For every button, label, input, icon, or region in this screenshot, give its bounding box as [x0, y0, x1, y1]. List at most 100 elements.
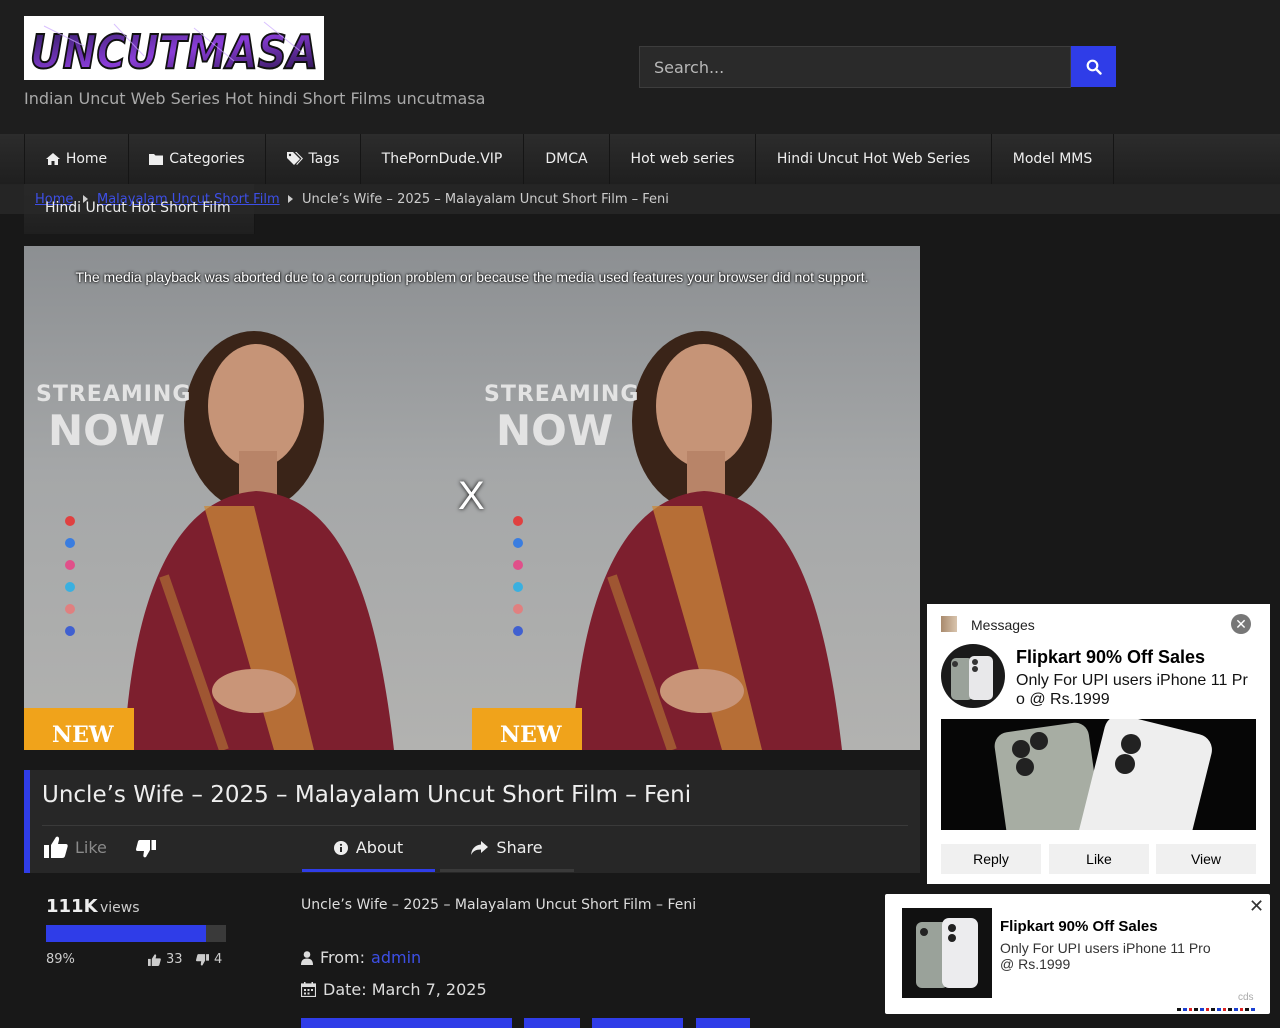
frame-text-line-2: NOW — [496, 406, 614, 455]
nav-item-label: Tags — [308, 151, 340, 167]
popup-like-button[interactable]: Like — [1049, 844, 1149, 874]
video-description: Uncle’s Wife – 2025 – Malayalam Uncut Sh… — [301, 897, 697, 913]
player-close-button[interactable]: X — [458, 474, 485, 519]
video-frame-left: STREAMING NOW NEW — [24, 246, 472, 750]
new-badge: NEW — [24, 708, 134, 750]
date-text: Date: March 7, 2025 — [323, 980, 487, 999]
video-player[interactable]: STREAMING NOW NEW STREAMING NOW NEW The … — [24, 246, 920, 750]
thumbs-down-icon — [136, 840, 156, 862]
video-frame-right: STREAMING NOW NEW — [472, 246, 920, 750]
likes-count: 33 — [148, 952, 183, 967]
nav-item-label: Hindi Uncut Hot Web Series — [776, 151, 971, 167]
thumbs-down-icon — [196, 953, 209, 966]
playback-error-message: The media playback was aborted due to a … — [75, 269, 869, 285]
tab-label: Share — [496, 838, 543, 857]
ad-notification-card[interactable]: Flipkart 90% Off Sales Only For UPI user… — [885, 894, 1270, 1014]
messages-app-label: Messages — [971, 617, 1035, 633]
nav-item-label: ThePornDude.VIP — [381, 151, 503, 167]
home-icon — [45, 153, 60, 165]
site-tagline: Indian Uncut Web Series Hot hindi Short … — [24, 89, 486, 108]
frame-overlay-text: STREAMING NOW — [484, 384, 639, 452]
new-badge: NEW — [472, 708, 582, 750]
nav-item-home[interactable]: Home — [24, 134, 128, 184]
rating-percent: 89% — [46, 952, 75, 967]
rating-bar — [46, 925, 226, 942]
likes-value: 33 — [166, 952, 183, 967]
nav-item-hindi-uncut-hot-short-film[interactable]: Hindi Uncut Hot Short Film — [45, 200, 231, 216]
tags-icon — [286, 152, 303, 166]
frame-text-line-1: STREAMING — [484, 382, 640, 407]
popup-view-button[interactable]: View — [1156, 844, 1256, 874]
thumbs-up-icon — [44, 836, 68, 858]
nav-item-dmca[interactable]: DMCA — [523, 134, 609, 184]
ad-progress-dots — [1177, 1008, 1255, 1011]
nav-item-hot-web-series[interactable]: Hot web series — [609, 134, 755, 184]
like-label: Like — [75, 837, 107, 857]
dislikes-value: 4 — [214, 952, 223, 967]
main-nav: Home Categories Tags ThePornDude.VIP DMC… — [0, 134, 1280, 185]
ad-source-tag: cds — [1238, 992, 1254, 1003]
ad-thumbnail-image — [902, 908, 992, 998]
video-still-image — [65, 331, 394, 750]
tag-button[interactable] — [301, 1018, 512, 1028]
video-date: Date: March 7, 2025 — [301, 980, 487, 999]
search-button[interactable] — [1071, 46, 1116, 87]
nav-item-categories[interactable]: Categories — [128, 134, 265, 184]
folder-icon — [149, 153, 164, 165]
video-still-image — [513, 331, 842, 750]
dislike-button[interactable] — [136, 840, 156, 862]
logo-graphic: UNCUTMASA — [24, 16, 324, 80]
nav-item-label: Categories — [169, 151, 245, 167]
video-author: From: admin — [301, 948, 421, 967]
video-title: Uncle’s Wife – 2025 – Malayalam Uncut Sh… — [42, 782, 692, 808]
search-input[interactable] — [639, 46, 1071, 88]
tab-label: About — [355, 838, 404, 857]
rating-bar-fill — [46, 925, 207, 942]
svg-text:UNCUTMASA: UNCUTMASA — [30, 25, 318, 79]
video-info-panel: Uncle’s Wife – 2025 – Malayalam Uncut Sh… — [24, 770, 920, 873]
dislikes-count: 4 — [196, 952, 222, 967]
messages-app-icon — [941, 616, 957, 632]
calendar-icon — [301, 982, 316, 997]
popup-text: Only For UPI users iPhone 11 Pro @ Rs.19… — [1016, 672, 1248, 708]
nav-item-theporndude[interactable]: ThePornDude.VIP — [360, 134, 523, 184]
popup-close-button[interactable]: ✕ — [1231, 614, 1251, 634]
nav-item-label: Home — [65, 151, 108, 167]
thumbs-up-icon — [148, 953, 161, 966]
site-header: UNCUTMASA Indian Uncut Web Series Hot hi… — [0, 0, 1280, 134]
nav-item-label: DMCA — [545, 151, 588, 167]
tab-share[interactable]: Share — [440, 826, 574, 872]
nav-item-hindi-uncut-hot-web-series[interactable]: Hindi Uncut Hot Web Series — [755, 134, 991, 184]
tag-button[interactable] — [524, 1018, 580, 1028]
tab-about[interactable]: About — [302, 826, 435, 872]
popup-title: Flipkart 90% Off Sales — [1016, 647, 1206, 667]
views-count: 111K — [46, 896, 98, 917]
frame-text-line-2: NOW — [48, 406, 166, 455]
popup-reply-button[interactable]: Reply — [941, 844, 1041, 874]
from-label: From: — [320, 948, 366, 967]
ad-avatar-image — [941, 644, 1005, 708]
like-button[interactable]: Like — [44, 836, 107, 858]
nav-item-model-mms[interactable]: Model MMS — [991, 134, 1113, 184]
tag-button[interactable] — [592, 1018, 683, 1028]
user-icon — [301, 950, 313, 965]
ad-close-button[interactable]: ✕ — [1249, 896, 1264, 917]
message-popup-ad[interactable]: Messages ✕ Flipkart 90% Off Sales Only F… — [927, 604, 1270, 884]
views-label: views — [100, 900, 140, 916]
frame-text-line-1: STREAMING — [36, 382, 192, 407]
author-link[interactable]: admin — [371, 948, 421, 967]
nav-divider — [1113, 134, 1114, 184]
share-icon — [471, 840, 489, 855]
info-icon — [333, 840, 348, 855]
nav-item-label: Model MMS — [1012, 151, 1093, 167]
site-logo[interactable]: UNCUTMASA — [24, 16, 324, 80]
ad-text: Only For UPI users iPhone 11 Pro @ Rs.19… — [1000, 940, 1211, 972]
frame-overlay-text: STREAMING NOW — [36, 384, 191, 452]
search-icon — [1086, 59, 1102, 75]
ad-product-image[interactable] — [941, 719, 1256, 830]
tag-button[interactable] — [696, 1018, 750, 1028]
breadcrumb-current: Uncle’s Wife – 2025 – Malayalam Uncut Sh… — [302, 192, 669, 207]
chevron-right-icon — [288, 195, 293, 203]
nav-item-tags[interactable]: Tags — [265, 134, 360, 184]
ad-title: Flipkart 90% Off Sales — [1000, 918, 1158, 935]
